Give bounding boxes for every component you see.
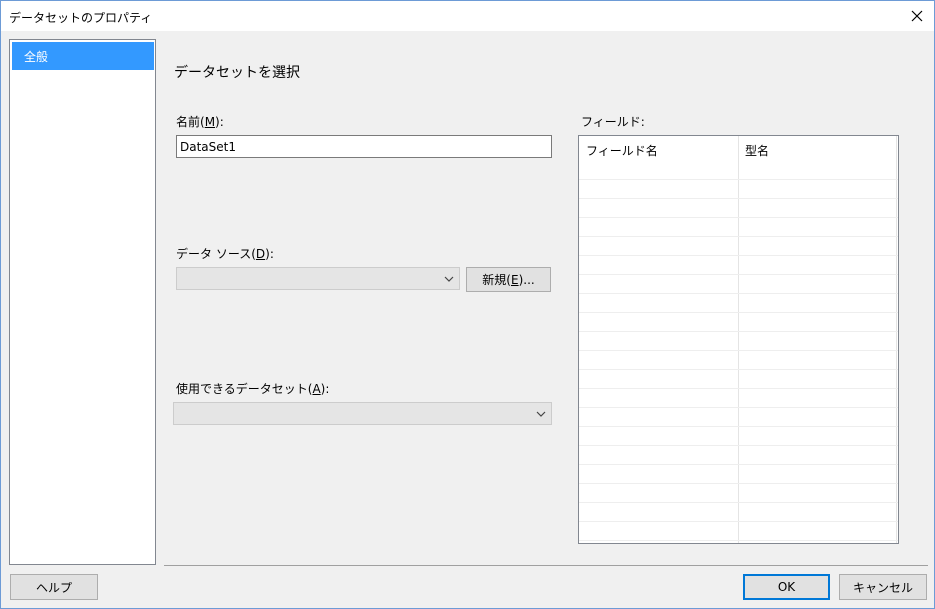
table-row [579, 294, 898, 313]
name-label: 名前(M): [176, 115, 224, 129]
footer-divider [164, 565, 928, 566]
table-row [579, 484, 898, 503]
table-row [579, 199, 898, 218]
available-datasets-select[interactable] [173, 402, 552, 425]
table-row [579, 446, 898, 465]
table-row [579, 275, 898, 294]
fields-grid[interactable]: フィールド名 型名 [578, 135, 899, 544]
table-row [579, 465, 898, 484]
table-row [579, 237, 898, 256]
category-list: 全般 [9, 39, 156, 565]
name-input[interactable] [176, 135, 552, 158]
page-title: データセットを選択 [174, 65, 300, 81]
close-button[interactable] [904, 3, 930, 29]
nav-item-label: 全般 [24, 50, 49, 64]
table-row [579, 332, 898, 351]
ok-button[interactable]: OK [743, 574, 830, 600]
window-title: データセットのプロパティ [9, 11, 153, 25]
close-icon [911, 10, 923, 22]
table-row [579, 351, 898, 370]
table-row [579, 522, 898, 541]
table-row [579, 389, 898, 408]
fields-label: フィールド: [581, 115, 645, 129]
table-row [579, 503, 898, 522]
help-button[interactable]: ヘルプ [10, 574, 98, 600]
available-datasets-label: 使用できるデータセット(A): [176, 382, 330, 396]
nav-item-general[interactable]: 全般 [12, 42, 154, 70]
chevron-down-icon [536, 411, 546, 417]
datasource-label: データ ソース(D): [176, 247, 274, 261]
datasource-select[interactable] [176, 267, 460, 290]
cancel-button[interactable]: キャンセル [839, 574, 927, 600]
new-datasource-button[interactable]: 新規(E)... [466, 267, 551, 292]
title-bar: データセットのプロパティ [1, 1, 934, 31]
table-row [579, 180, 898, 199]
dialog-window: データセットのプロパティ 全般 データセットを選択 名前(M): データ ソース… [0, 0, 935, 609]
table-row [579, 427, 898, 446]
table-row [579, 256, 898, 275]
chevron-down-icon [444, 276, 454, 282]
column-header-type-name[interactable]: 型名 [745, 142, 769, 159]
column-header-field-name[interactable]: フィールド名 [586, 142, 658, 159]
table-row [579, 161, 898, 180]
table-row [579, 408, 898, 427]
table-row [579, 313, 898, 332]
table-row [579, 370, 898, 389]
table-row [579, 218, 898, 237]
